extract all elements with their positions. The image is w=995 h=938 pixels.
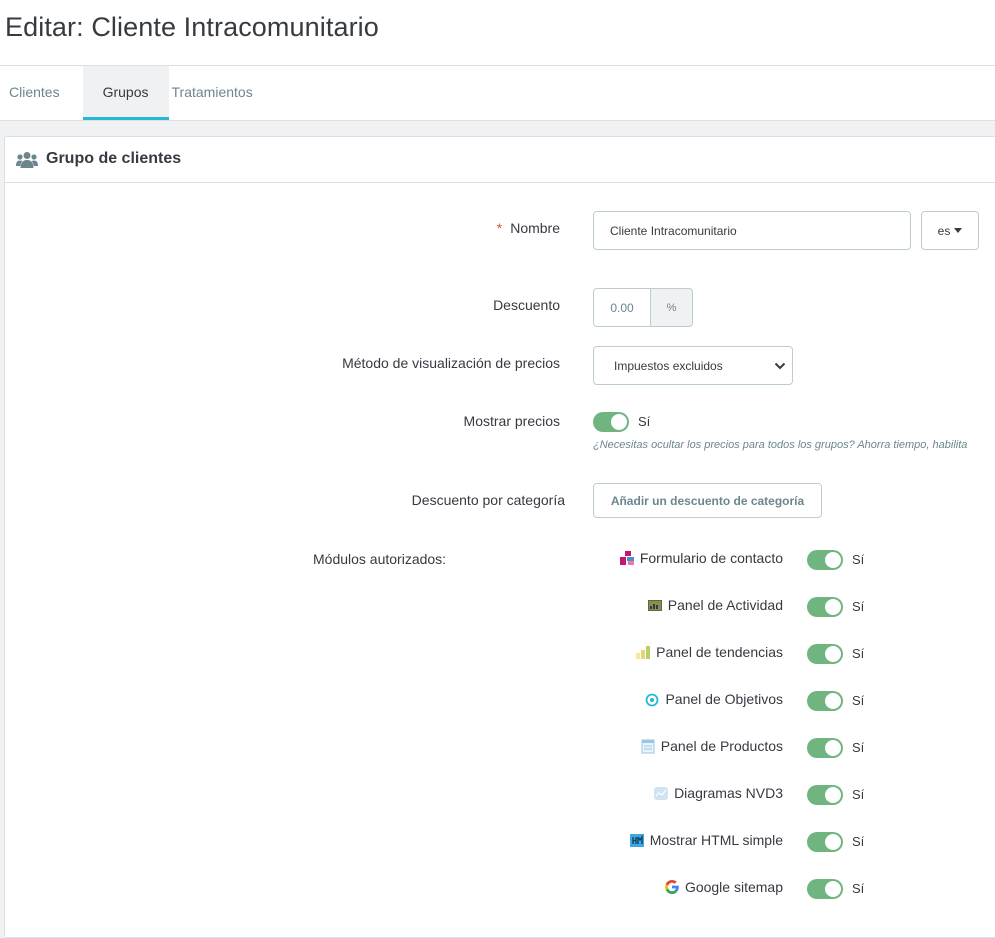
google-icon bbox=[664, 880, 679, 894]
show-prices-help: ¿Necesitas ocultar los precios para todo… bbox=[593, 439, 968, 451]
module-activity-panel-switch[interactable] bbox=[807, 597, 843, 617]
module-label-text: Panel de Productos bbox=[660, 738, 783, 754]
language-code: es bbox=[937, 223, 951, 238]
module-state: Sí bbox=[852, 599, 865, 614]
module-trends-panel-switch[interactable] bbox=[807, 644, 843, 664]
products-panel-icon bbox=[641, 739, 655, 754]
chevron-down-icon bbox=[774, 362, 786, 370]
module-contact-form-switch[interactable] bbox=[807, 550, 843, 570]
module-goals-panel-switch[interactable] bbox=[807, 691, 843, 711]
module-state: Sí bbox=[852, 834, 865, 849]
price-display-label: Método de visualización de precios bbox=[342, 355, 560, 371]
module-html-block: Mostrar HTML simple bbox=[629, 832, 783, 848]
tabs-divider bbox=[0, 120, 995, 121]
switch-knob bbox=[825, 552, 841, 568]
discount-input-group: % bbox=[593, 288, 693, 327]
tab-clientes[interactable]: Clientes bbox=[0, 66, 83, 120]
switch-knob bbox=[825, 834, 841, 850]
switch-knob bbox=[825, 693, 841, 709]
switch-knob bbox=[825, 881, 841, 897]
module-label-text: Panel de Actividad bbox=[667, 597, 783, 613]
name-input[interactable] bbox=[593, 211, 911, 250]
discount-input[interactable] bbox=[593, 288, 650, 327]
show-prices-label: Mostrar precios bbox=[463, 413, 560, 429]
show-prices-switch[interactable] bbox=[593, 412, 629, 432]
module-trends-panel: Panel de tendencias bbox=[635, 644, 783, 660]
module-contact-form: Formulario de contacto bbox=[618, 550, 783, 566]
module-state: Sí bbox=[852, 552, 865, 567]
module-products-panel-switch[interactable] bbox=[807, 738, 843, 758]
module-label-text: Mostrar HTML simple bbox=[649, 832, 783, 848]
users-icon bbox=[16, 152, 38, 168]
name-label: * Nombre bbox=[497, 220, 560, 236]
module-label-text: Google sitemap bbox=[684, 879, 783, 895]
html-block-icon bbox=[629, 834, 644, 847]
module-google-sitemap-switch[interactable] bbox=[807, 879, 843, 899]
tab-grupos[interactable]: Grupos bbox=[82, 66, 169, 120]
module-google-sitemap: Google sitemap bbox=[664, 879, 783, 895]
tab-bar: Clientes Grupos Tratamientos bbox=[0, 66, 263, 120]
module-label-text: Formulario de contacto bbox=[639, 550, 783, 566]
switch-knob bbox=[825, 646, 841, 662]
goals-panel-icon bbox=[646, 693, 659, 707]
trends-panel-icon bbox=[636, 646, 651, 659]
switch-knob bbox=[611, 414, 627, 430]
percent-addon: % bbox=[650, 288, 693, 327]
required-mark: * bbox=[496, 220, 503, 236]
module-state: Sí bbox=[852, 881, 865, 896]
caret-down-icon bbox=[954, 228, 963, 233]
price-display-select[interactable]: Impuestos excluidos bbox=[593, 346, 793, 385]
module-goals-panel: Panel de Objetivos bbox=[644, 691, 783, 707]
switch-knob bbox=[825, 787, 841, 803]
module-label-text: Panel de Objetivos bbox=[665, 691, 783, 707]
card-header: Grupo de clientes bbox=[5, 137, 995, 183]
discount-label: Descuento bbox=[493, 297, 560, 313]
nvd3-charts-icon bbox=[654, 787, 669, 800]
switch-knob bbox=[825, 599, 841, 615]
price-display-selected: Impuestos excluidos bbox=[614, 358, 723, 373]
module-nvd3-charts: Diagramas NVD3 bbox=[653, 785, 783, 801]
module-activity-panel: Panel de Actividad bbox=[647, 597, 783, 613]
module-state: Sí bbox=[852, 646, 865, 661]
name-label-text: Nombre bbox=[510, 220, 560, 236]
customer-group-card: Grupo de clientes * Nombre es Descuento %… bbox=[4, 136, 995, 938]
category-discount-label: Descuento por categoría bbox=[411, 492, 565, 508]
module-state: Sí bbox=[852, 740, 865, 755]
module-products-panel: Panel de Productos bbox=[640, 738, 783, 754]
module-state: Sí bbox=[852, 787, 865, 802]
module-nvd3-charts-switch[interactable] bbox=[807, 785, 843, 805]
module-state: Sí bbox=[852, 693, 865, 708]
show-prices-state: Sí bbox=[638, 414, 651, 429]
add-category-discount-button[interactable]: Añadir un descuento de categoría bbox=[593, 483, 822, 518]
module-html-block-switch[interactable] bbox=[807, 832, 843, 852]
card-title: Grupo de clientes bbox=[46, 150, 182, 167]
tab-tratamientos[interactable]: Tratamientos bbox=[169, 66, 263, 120]
contact-form-icon bbox=[618, 550, 635, 566]
switch-knob bbox=[825, 740, 841, 756]
module-label-text: Diagramas NVD3 bbox=[674, 785, 783, 801]
language-dropdown-button[interactable]: es bbox=[921, 211, 979, 250]
activity-panel-icon bbox=[647, 600, 662, 611]
page-header: Editar: Cliente Intracomunitario Cliente… bbox=[0, 0, 995, 120]
page-title: Editar: Cliente Intracomunitario bbox=[5, 12, 379, 42]
module-label-text: Panel de tendencias bbox=[656, 644, 783, 660]
modules-label: Módulos autorizados: bbox=[313, 551, 447, 567]
